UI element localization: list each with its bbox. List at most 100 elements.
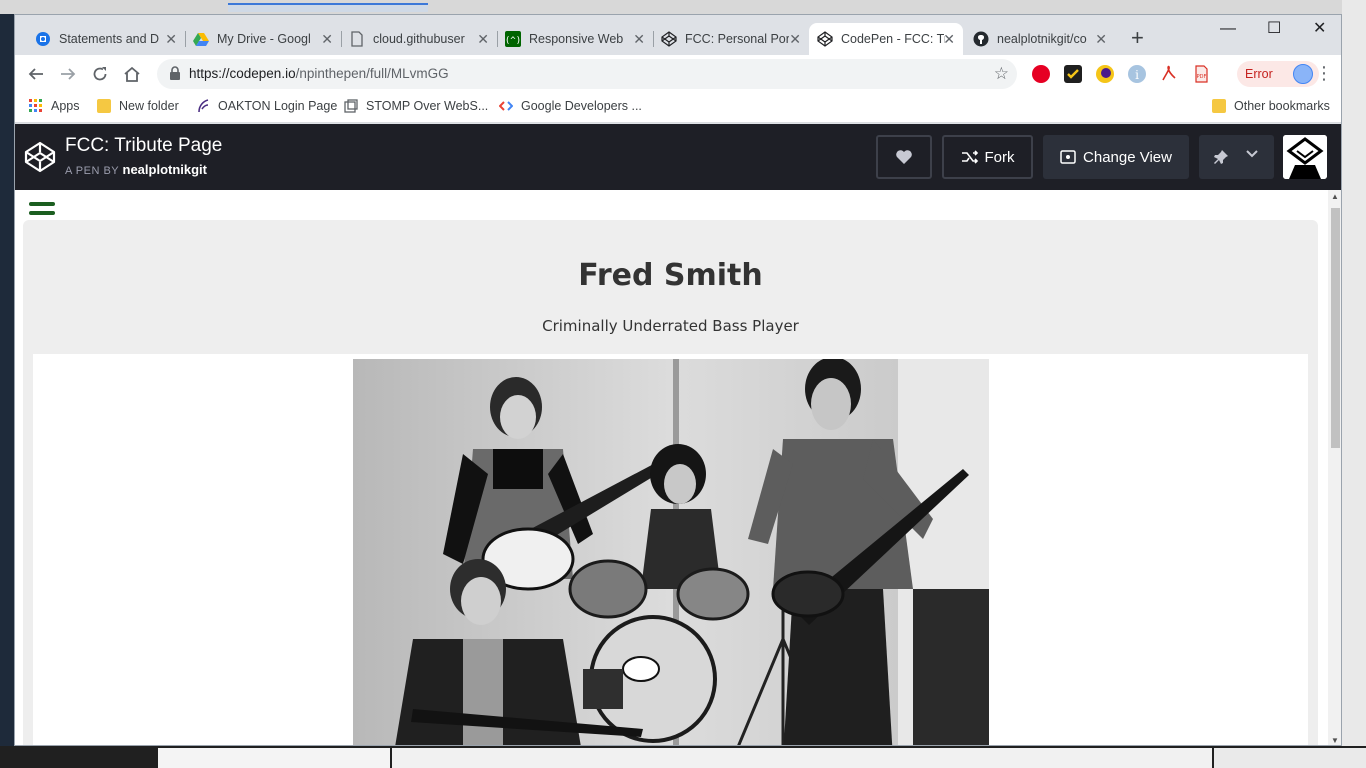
back-button[interactable]	[26, 64, 46, 84]
tab-my-drive[interactable]: My Drive - Googl ✕	[185, 23, 342, 55]
close-tab-icon[interactable]: ✕	[943, 31, 955, 47]
maximize-button[interactable]: ☐	[1267, 21, 1281, 37]
forward-button[interactable]	[58, 64, 78, 84]
tab-fcc-portfolio[interactable]: FCC: Personal Por ✕	[653, 23, 809, 55]
apps-grid-icon	[29, 99, 43, 113]
desktop-windows-behind	[0, 746, 1366, 768]
close-tab-icon[interactable]: ✕	[321, 31, 333, 47]
tab-codepen-tribute[interactable]: CodePen - FCC: Tr ✕	[809, 23, 963, 55]
pen-title: FCC: Tribute Page	[65, 135, 223, 156]
view-icon	[1060, 150, 1076, 164]
github-icon	[973, 31, 989, 47]
close-window-button[interactable]: ✕	[1313, 21, 1326, 37]
bookmark-stomp[interactable]: STOMP Over WebS...	[344, 99, 488, 113]
bookmark-google-developers[interactable]: Google Developers ...	[498, 99, 642, 113]
pin-button[interactable]	[1199, 135, 1274, 179]
codepen-logo-icon[interactable]	[24, 141, 56, 173]
change-view-label: Change View	[1083, 148, 1172, 166]
checkmark-extension-icon[interactable]	[1064, 65, 1082, 83]
page-title: Fred Smith	[578, 258, 763, 293]
bookmark-label: Google Developers ...	[521, 99, 642, 113]
bookmark-label: STOMP Over WebS...	[366, 99, 489, 113]
scroll-down-icon[interactable]: ▼	[1331, 736, 1339, 745]
browser-window: Statements and D ✕ My Drive - Googl ✕ cl…	[14, 14, 1342, 746]
bookmark-label: Other bookmarks	[1234, 99, 1330, 113]
tab-title: nealplotnikgit/co	[997, 32, 1087, 46]
tab-title: CodePen - FCC: Tr	[841, 32, 945, 46]
browser-menu-icon[interactable]: ⋮	[1315, 64, 1333, 82]
desktop-background-right	[1342, 0, 1366, 768]
pen-author-line: A PEN BY nealplotnikgit	[65, 162, 207, 177]
fork-icon	[961, 150, 978, 164]
pdf-document-icon[interactable]: PDF	[1192, 65, 1210, 83]
codepen-header: FCC: Tribute Page A PEN BY nealplotnikgi…	[15, 124, 1341, 190]
pen-author[interactable]: nealplotnikgit	[123, 162, 208, 177]
url-text: https://codepen.io/npinthepen/full/MLvmG…	[189, 66, 449, 81]
close-tab-icon[interactable]: ✕	[477, 31, 489, 47]
tab-title: Statements and D	[59, 32, 160, 46]
folder-icon	[1212, 99, 1226, 113]
change-view-button[interactable]: Change View	[1043, 135, 1189, 179]
scrollbar-thumb[interactable]	[1331, 208, 1340, 448]
minimize-button[interactable]: —	[1220, 21, 1236, 37]
close-tab-icon[interactable]: ✕	[789, 31, 801, 47]
svg-text:(^): (^)	[505, 36, 521, 46]
pdf-extension-icon[interactable]	[1160, 65, 1178, 83]
info-extension-icon[interactable]: i	[1128, 65, 1146, 83]
tab-statements[interactable]: Statements and D ✕	[27, 23, 186, 55]
address-bar[interactable]: https://codepen.io/npinthepen/full/MLvmG…	[157, 59, 1017, 89]
bookmark-other[interactable]: Other bookmarks	[1212, 99, 1330, 113]
tab-title: My Drive - Googl	[217, 32, 311, 46]
tribute-panel: Fred Smith Criminally Underrated Bass Pl…	[23, 220, 1318, 745]
reload-button[interactable]	[90, 64, 110, 84]
browser-toolbar: https://codepen.io/npinthepen/full/MLvmG…	[15, 55, 1341, 93]
moon-extension-icon[interactable]	[1096, 65, 1114, 83]
bookmark-oakton[interactable]: OAKTON Login Page	[196, 99, 337, 113]
bookmark-label: New folder	[119, 99, 179, 113]
reload-icon	[93, 67, 107, 81]
scroll-up-icon[interactable]: ▲	[1331, 192, 1339, 201]
fork-button[interactable]: Fork	[942, 135, 1033, 179]
profile-error-chip[interactable]: Error	[1237, 61, 1319, 87]
svg-text:PDF: PDF	[1197, 74, 1207, 80]
pin-icon	[1214, 150, 1228, 164]
page-subtitle: Criminally Underrated Bass Player	[542, 317, 799, 335]
tab-cloud-github[interactable]: cloud.githubuser ✕	[341, 23, 498, 55]
bookmark-apps[interactable]: Apps	[29, 99, 80, 113]
google-drive-icon	[193, 31, 209, 47]
band-photo	[353, 359, 989, 745]
home-icon	[124, 66, 140, 82]
google-dev-icon	[498, 99, 514, 113]
folder-icon	[97, 99, 111, 113]
bank-icon	[35, 31, 51, 47]
close-tab-icon[interactable]: ✕	[165, 31, 177, 47]
bookmark-label: Apps	[51, 99, 80, 113]
tab-github[interactable]: nealplotnikgit/co ✕	[965, 23, 1115, 55]
close-tab-icon[interactable]: ✕	[633, 31, 645, 47]
fcc-icon: (^)	[505, 31, 521, 47]
tab-responsive-web[interactable]: (^) Responsive Web ✕	[497, 23, 654, 55]
svg-text:i: i	[1135, 68, 1139, 82]
chevron-down-icon[interactable]	[1245, 147, 1259, 165]
codepen-icon	[661, 31, 677, 47]
home-button[interactable]	[122, 64, 142, 84]
bookmark-star-icon[interactable]: ☆	[994, 64, 1009, 84]
new-tab-button[interactable]: +	[1131, 27, 1144, 49]
codepen-icon	[817, 31, 833, 47]
user-avatar[interactable]	[1283, 135, 1327, 179]
page-icon	[349, 31, 365, 47]
image-container	[33, 354, 1308, 745]
lock-icon	[169, 66, 185, 82]
page-scrollbar[interactable]: ▲ ▼	[1328, 190, 1341, 745]
tab-title: Responsive Web	[529, 32, 624, 46]
bookmark-label: OAKTON Login Page	[218, 99, 338, 113]
bookmark-new-folder[interactable]: New folder	[97, 99, 179, 113]
tab-title: cloud.githubuser	[373, 32, 465, 46]
like-button[interactable]	[876, 135, 932, 179]
error-label: Error	[1245, 67, 1273, 81]
back-arrow-icon	[28, 68, 43, 80]
bookmarks-bar: Apps New folder OAKTON Login Page STOMP …	[15, 93, 1341, 123]
avatar	[1293, 64, 1313, 84]
pinterest-extension-icon[interactable]	[1032, 65, 1050, 83]
close-tab-icon[interactable]: ✕	[1095, 31, 1107, 47]
